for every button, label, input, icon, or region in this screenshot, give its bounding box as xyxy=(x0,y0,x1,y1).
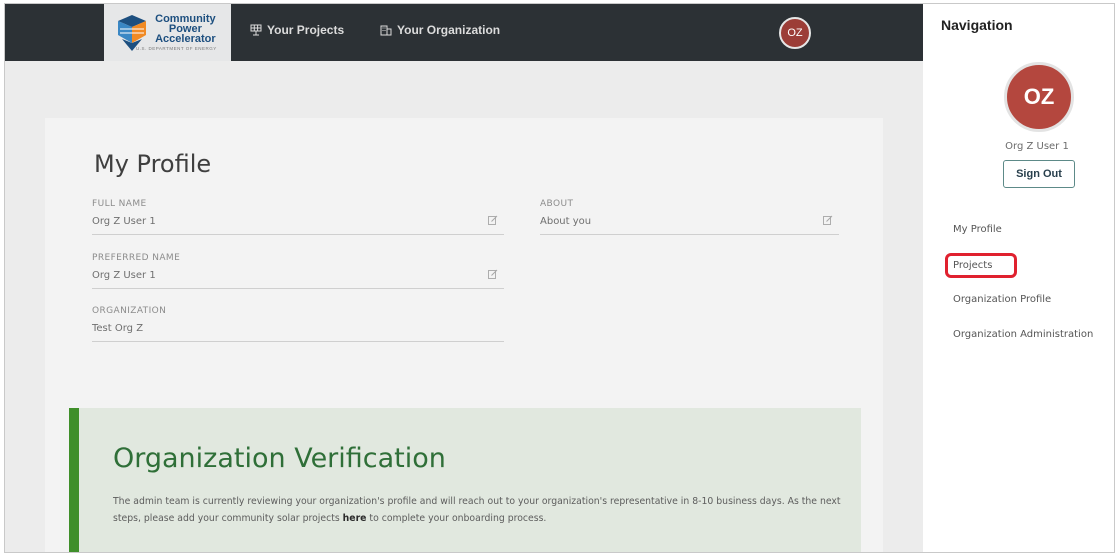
full-name-value: Org Z User 1 xyxy=(92,216,156,227)
full-name-underline xyxy=(92,234,504,235)
screen-frame: Community Power Accelerator U.S. DEPARTM… xyxy=(4,3,1115,553)
drawer-title: Navigation xyxy=(941,17,1013,33)
preferred-name-underline xyxy=(92,288,504,289)
drawer-item-my-profile[interactable]: My Profile xyxy=(953,224,1002,235)
full-name-field[interactable]: FULL NAME Org Z User 1 xyxy=(92,199,504,239)
organization-field: ORGANIZATION Test Org Z xyxy=(92,306,504,346)
organization-value: Test Org Z xyxy=(92,323,144,334)
verification-message: The admin team is currently reviewing yo… xyxy=(113,493,853,527)
edit-icon[interactable] xyxy=(823,215,833,225)
verification-text-after: to complete your onboarding process. xyxy=(366,513,547,524)
edit-icon[interactable] xyxy=(488,215,498,225)
logo-line-3: Accelerator xyxy=(155,32,216,45)
organization-underline xyxy=(92,341,504,342)
main-area: Community Power Accelerator U.S. DEPARTM… xyxy=(5,4,923,552)
drawer-item-organization-administration[interactable]: Organization Administration xyxy=(953,329,1093,340)
about-value: About you xyxy=(540,216,592,227)
top-navbar: Community Power Accelerator U.S. DEPARTM… xyxy=(5,4,923,61)
about-underline xyxy=(540,234,839,235)
user-avatar-large: OZ xyxy=(1004,62,1074,132)
edit-icon[interactable] xyxy=(488,269,498,279)
community-power-accelerator-logo[interactable]: Community Power Accelerator U.S. DEPARTM… xyxy=(104,4,231,61)
nav-your-organization[interactable]: Your Organization xyxy=(380,23,500,37)
full-name-label: FULL NAME xyxy=(92,199,147,209)
organization-verification-banner: Organization Verification The admin team… xyxy=(69,408,861,552)
verification-here-link[interactable]: here xyxy=(343,513,367,524)
page-title: My Profile xyxy=(94,150,212,178)
logo-subtitle: U.S. DEPARTMENT OF ENERGY xyxy=(136,45,217,51)
nav-your-projects[interactable]: Your Projects xyxy=(250,23,344,37)
drawer-item-organization-profile[interactable]: Organization Profile xyxy=(953,294,1051,305)
solar-panel-icon xyxy=(250,24,262,36)
nav-your-projects-label: Your Projects xyxy=(267,23,345,37)
drawer-user-name: Org Z User 1 xyxy=(1005,141,1069,152)
about-label: ABOUT xyxy=(540,199,574,209)
navigation-drawer: Navigation OZ Org Z User 1 Sign Out My P… xyxy=(923,4,1114,552)
building-icon xyxy=(380,25,392,36)
user-avatar-button[interactable]: OZ xyxy=(779,17,811,49)
preferred-name-label: PREFERRED NAME xyxy=(92,253,181,263)
about-field[interactable]: ABOUT About you xyxy=(540,199,839,239)
preferred-name-field[interactable]: PREFERRED NAME Org Z User 1 xyxy=(92,253,504,293)
projects-highlight-annotation xyxy=(945,253,1017,278)
sign-out-button[interactable]: Sign Out xyxy=(1003,160,1075,188)
nav-your-organization-label: Your Organization xyxy=(397,23,501,37)
verification-title: Organization Verification xyxy=(113,443,446,474)
organization-label: ORGANIZATION xyxy=(92,306,167,316)
preferred-name-value: Org Z User 1 xyxy=(92,270,156,281)
